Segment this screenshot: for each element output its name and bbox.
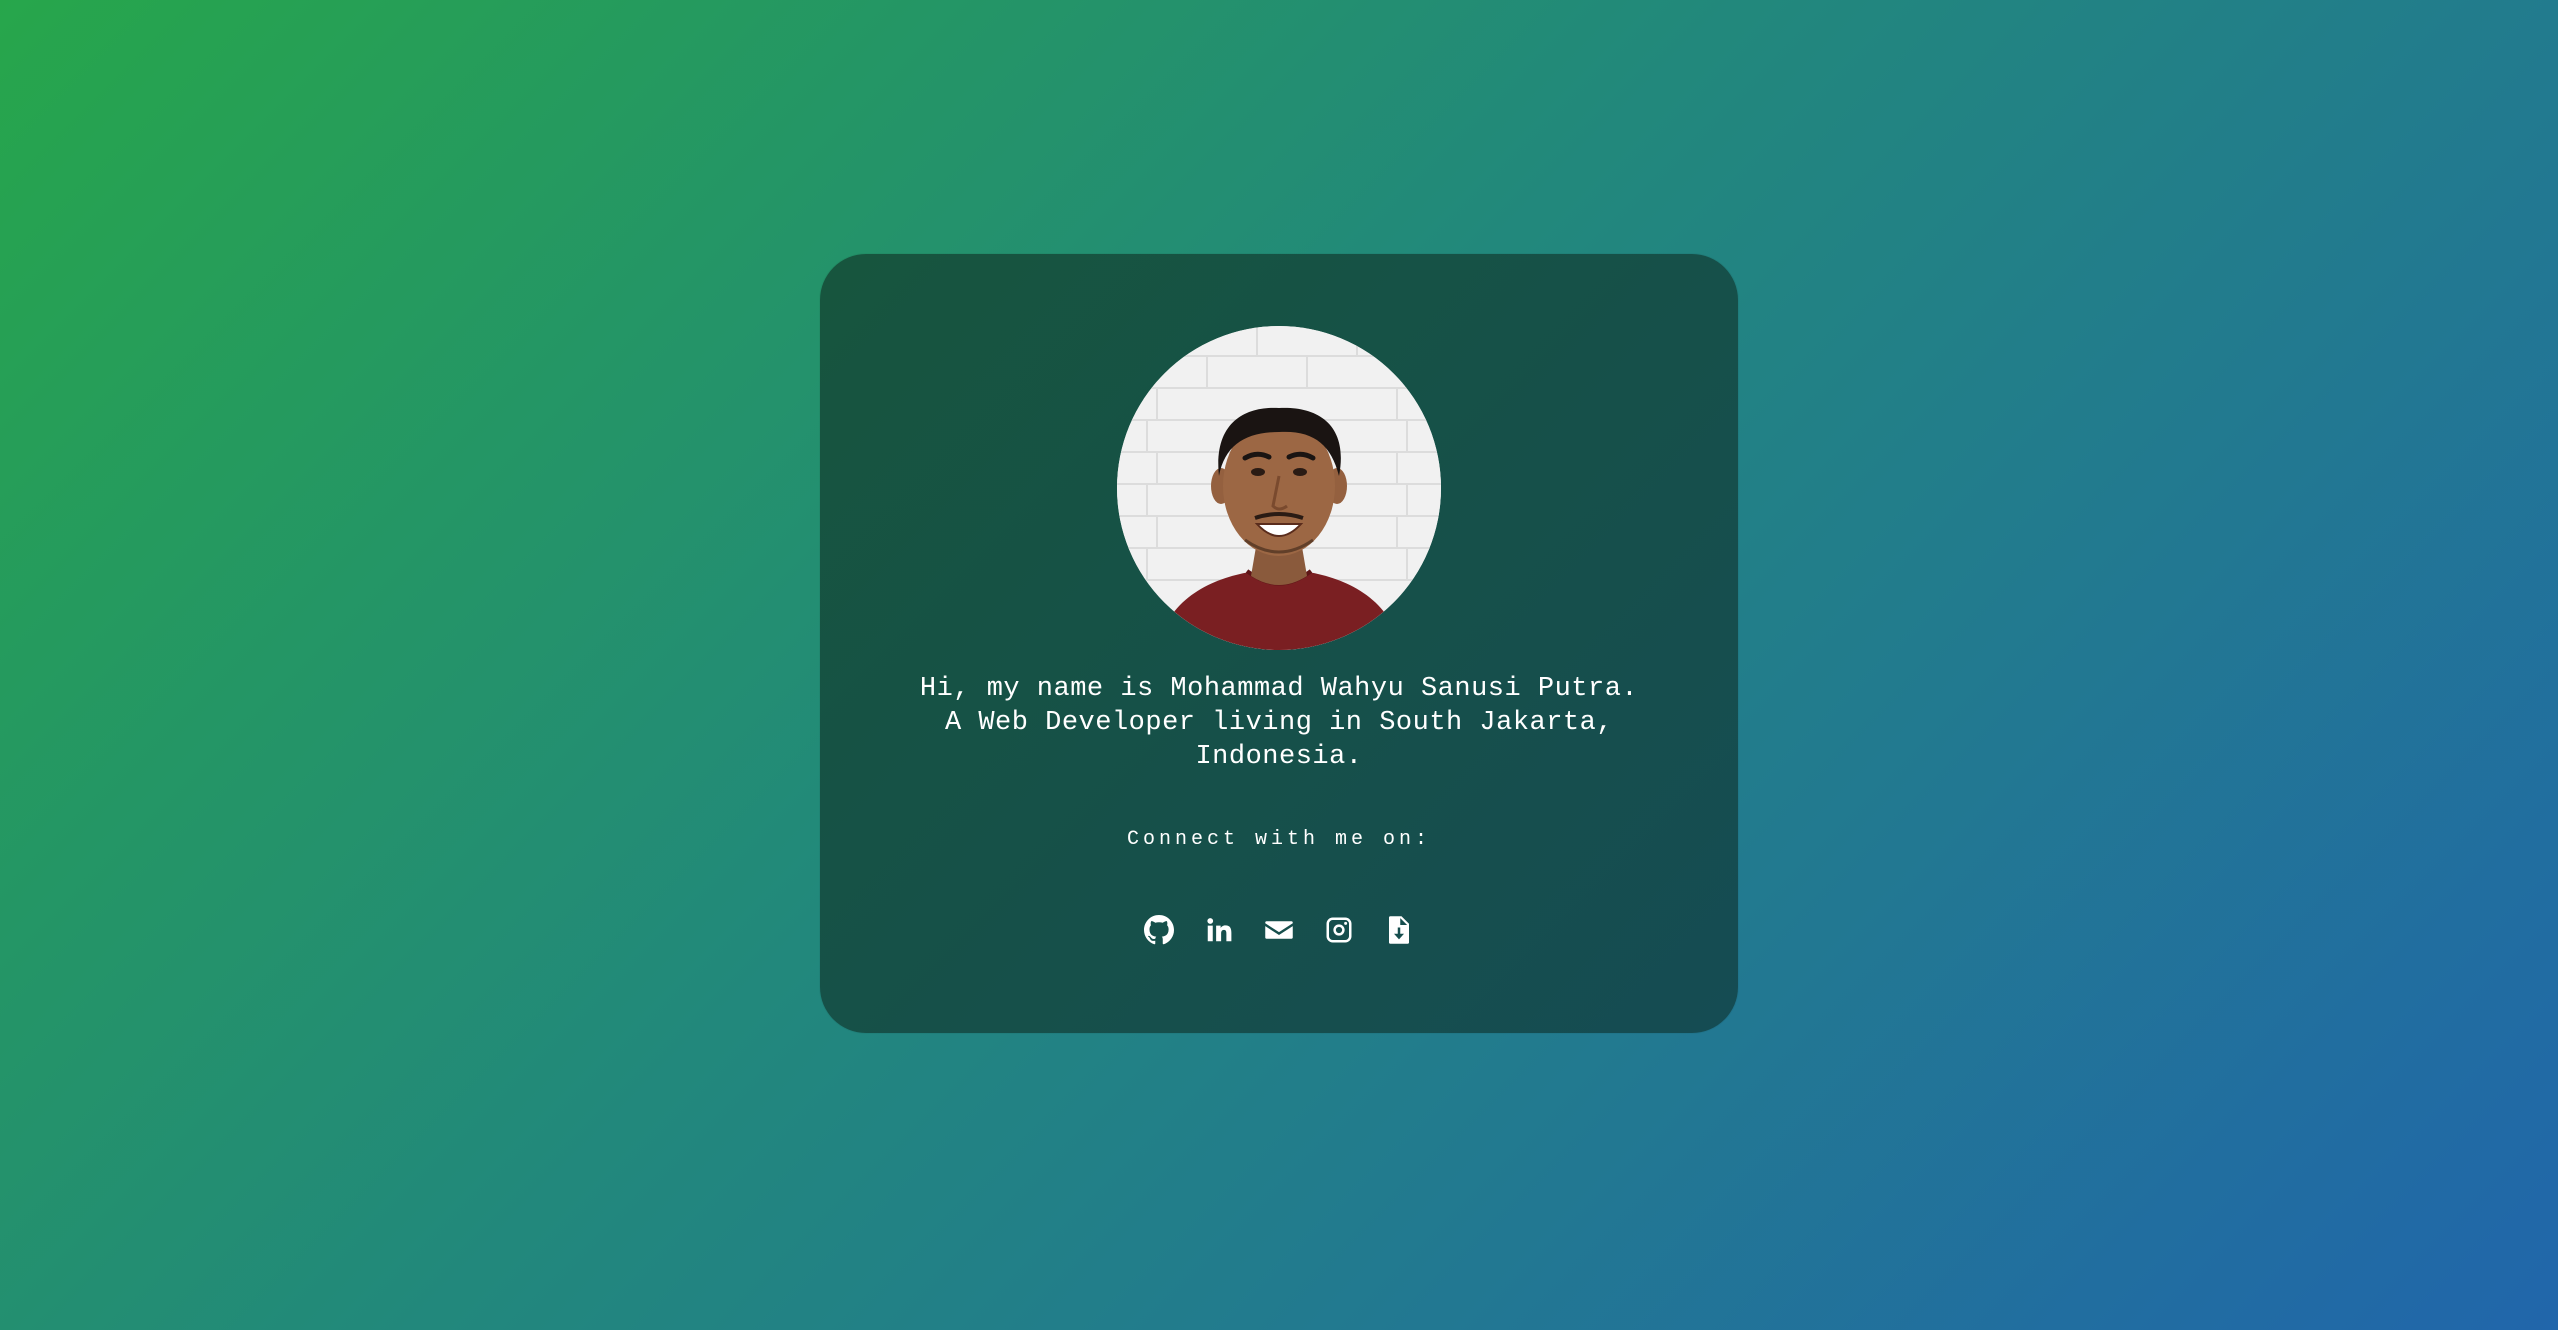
github-link[interactable]	[1143, 914, 1175, 946]
envelope-icon	[1265, 921, 1293, 939]
profile-photo	[1117, 326, 1441, 650]
github-icon	[1144, 915, 1174, 945]
linkedin-link[interactable]	[1203, 914, 1235, 946]
linkedin-icon	[1207, 918, 1232, 942]
connect-label: Connect with me on:	[1126, 828, 1432, 851]
instagram-icon	[1326, 917, 1352, 943]
social-links	[820, 914, 1738, 946]
email-link[interactable]	[1263, 914, 1295, 946]
file-download-icon	[1389, 916, 1409, 944]
resume-download-link[interactable]	[1383, 914, 1415, 946]
bio-text: Hi, my name is Mohammad Wahyu Sanusi Put…	[860, 672, 1698, 774]
bio-line-1: Hi, my name is Mohammad Wahyu Sanusi Put…	[919, 674, 1639, 704]
profile-card: Hi, my name is Mohammad Wahyu Sanusi Put…	[820, 254, 1738, 1033]
instagram-link[interactable]	[1323, 914, 1355, 946]
bio-line-2: A Web Developer living in South Jakarta,	[944, 708, 1614, 738]
bio-line-3: Indonesia.	[1195, 742, 1363, 772]
